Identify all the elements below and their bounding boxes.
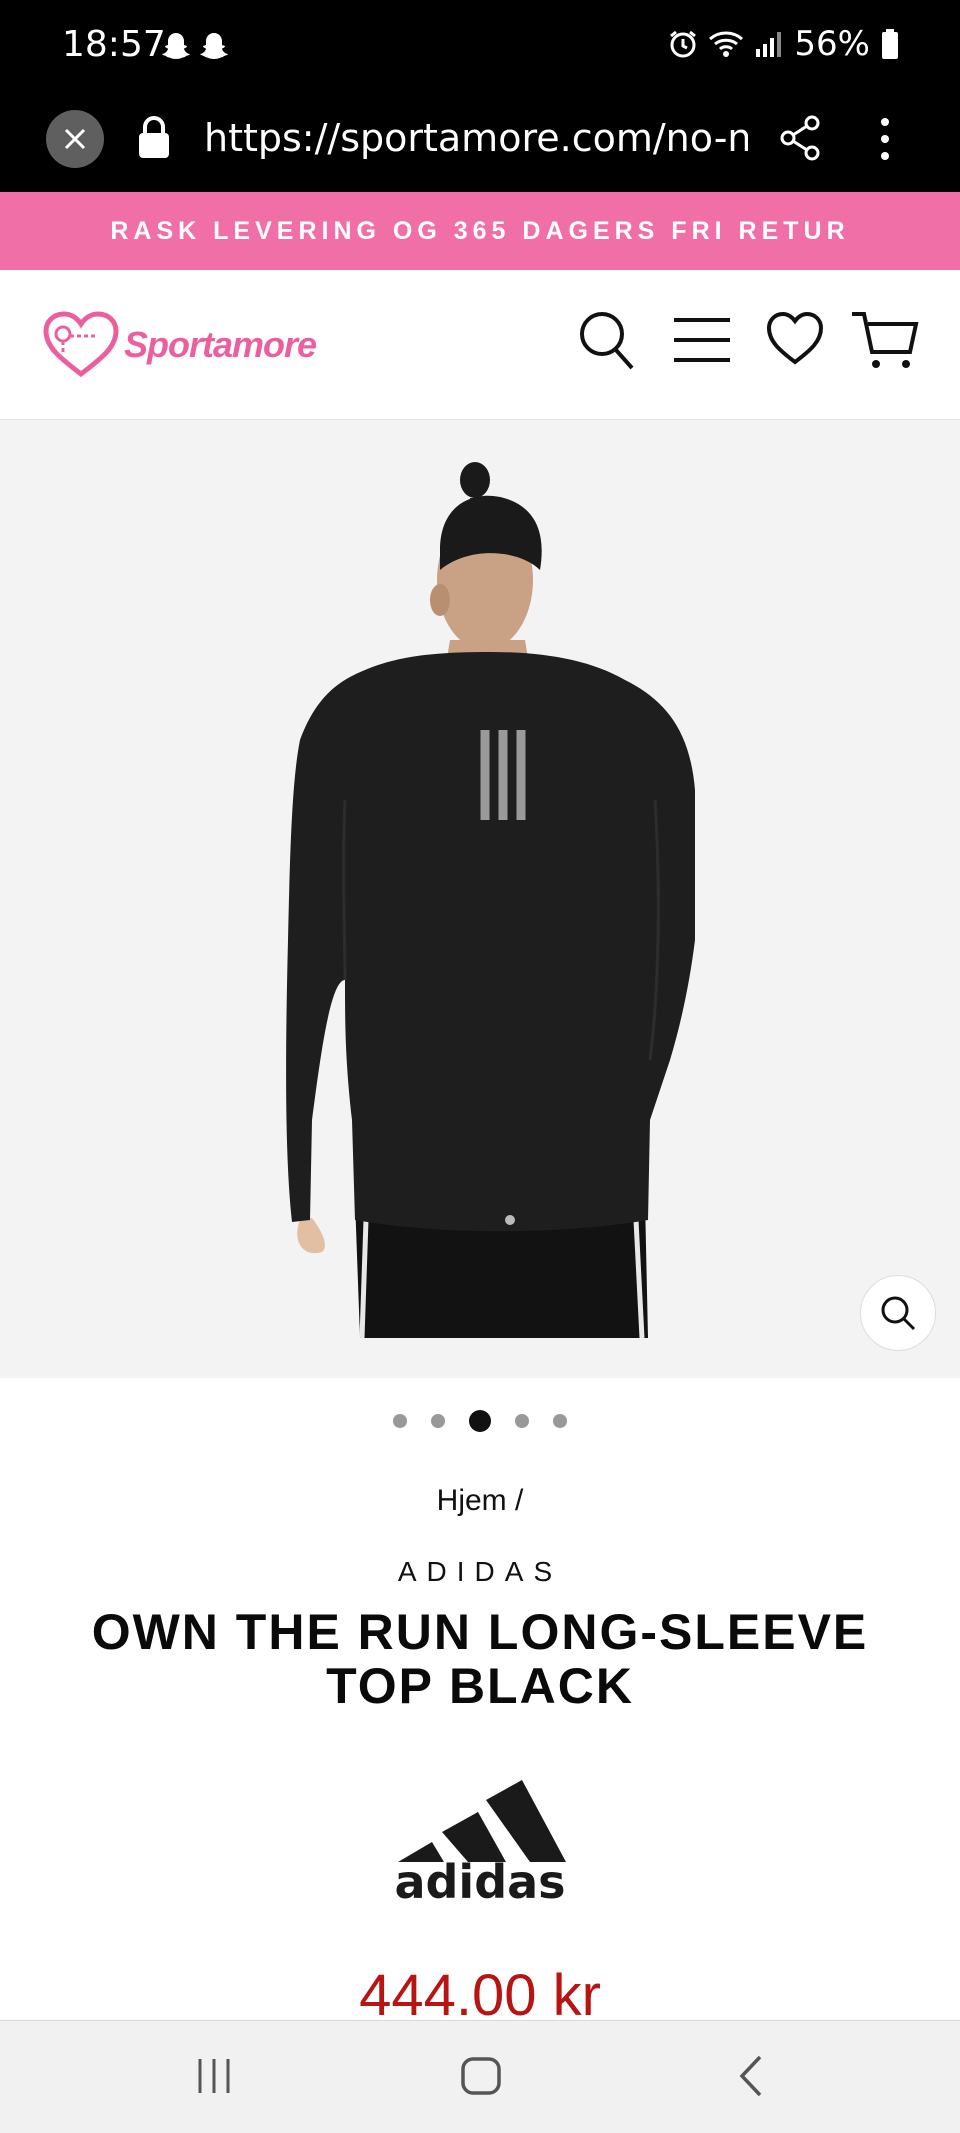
adidas-logo-icon: adidas [394, 1780, 566, 1909]
cart-icon[interactable] [850, 310, 920, 372]
search-icon[interactable] [578, 310, 636, 372]
site-logo[interactable]: Sportamore [42, 310, 317, 380]
brand-logo-text: adidas [394, 1855, 565, 1906]
status-time: 18:57 [62, 24, 166, 65]
home-icon[interactable] [460, 2051, 502, 2101]
gallery-dot[interactable] [515, 1414, 529, 1428]
product-title: OWN THE RUN LONG-SLEEVE TOP BLACK [91, 1604, 869, 1714]
browser-url-bar: https://sportamore.com/no-no/p [0, 96, 960, 192]
status-bar: 18:57 56% [0, 0, 960, 96]
signal-icon [756, 32, 782, 57]
recent-apps-icon[interactable] [196, 2051, 232, 2101]
gallery-dot[interactable] [393, 1414, 407, 1428]
zoom-icon [881, 1296, 916, 1331]
promo-text: RASK LEVERING OG 365 DAGERS FRI RETUR [110, 216, 850, 245]
brand-logo[interactable]: adidas [380, 1770, 580, 1911]
product-price: 444.00 kr [359, 1963, 601, 2028]
battery-icon [882, 29, 898, 59]
snapchat-icon [200, 33, 228, 59]
heart-logo-icon [43, 311, 119, 378]
back-icon[interactable] [736, 2051, 766, 2101]
zoom-button[interactable] [860, 1275, 936, 1351]
gallery-dot-active[interactable] [469, 1410, 491, 1432]
logo-text: Sportamore [124, 324, 317, 365]
notification-icons [160, 30, 230, 62]
gallery-dot[interactable] [431, 1414, 445, 1428]
battery-percent: 56% [794, 24, 870, 64]
close-tab-button[interactable] [46, 110, 104, 168]
promo-banner[interactable]: RASK LEVERING OG 365 DAGERS FRI RETUR [0, 192, 960, 270]
status-right: 56% [668, 24, 900, 64]
menu-icon[interactable] [672, 310, 732, 370]
url-field[interactable]: https://sportamore.com/no-no/p [204, 116, 748, 160]
close-icon [64, 128, 86, 150]
share-icon[interactable] [778, 114, 822, 162]
product-brand[interactable]: ADIDAS [0, 1556, 960, 1588]
snapchat-icon [162, 33, 190, 59]
product-photo [286, 462, 695, 1339]
product-image-gallery[interactable] [0, 420, 960, 1378]
site-header: Sportamore [0, 270, 960, 420]
wishlist-heart-icon[interactable] [766, 310, 824, 368]
wifi-icon [709, 31, 744, 57]
system-nav-bar [0, 2020, 960, 2133]
breadcrumb[interactable]: Hjem / [0, 1484, 960, 1518]
alarm-icon [670, 30, 697, 58]
gallery-pagination [0, 1410, 960, 1432]
more-options-icon[interactable] [870, 114, 900, 164]
gallery-dot[interactable] [553, 1414, 567, 1428]
lock-icon[interactable] [136, 114, 172, 160]
